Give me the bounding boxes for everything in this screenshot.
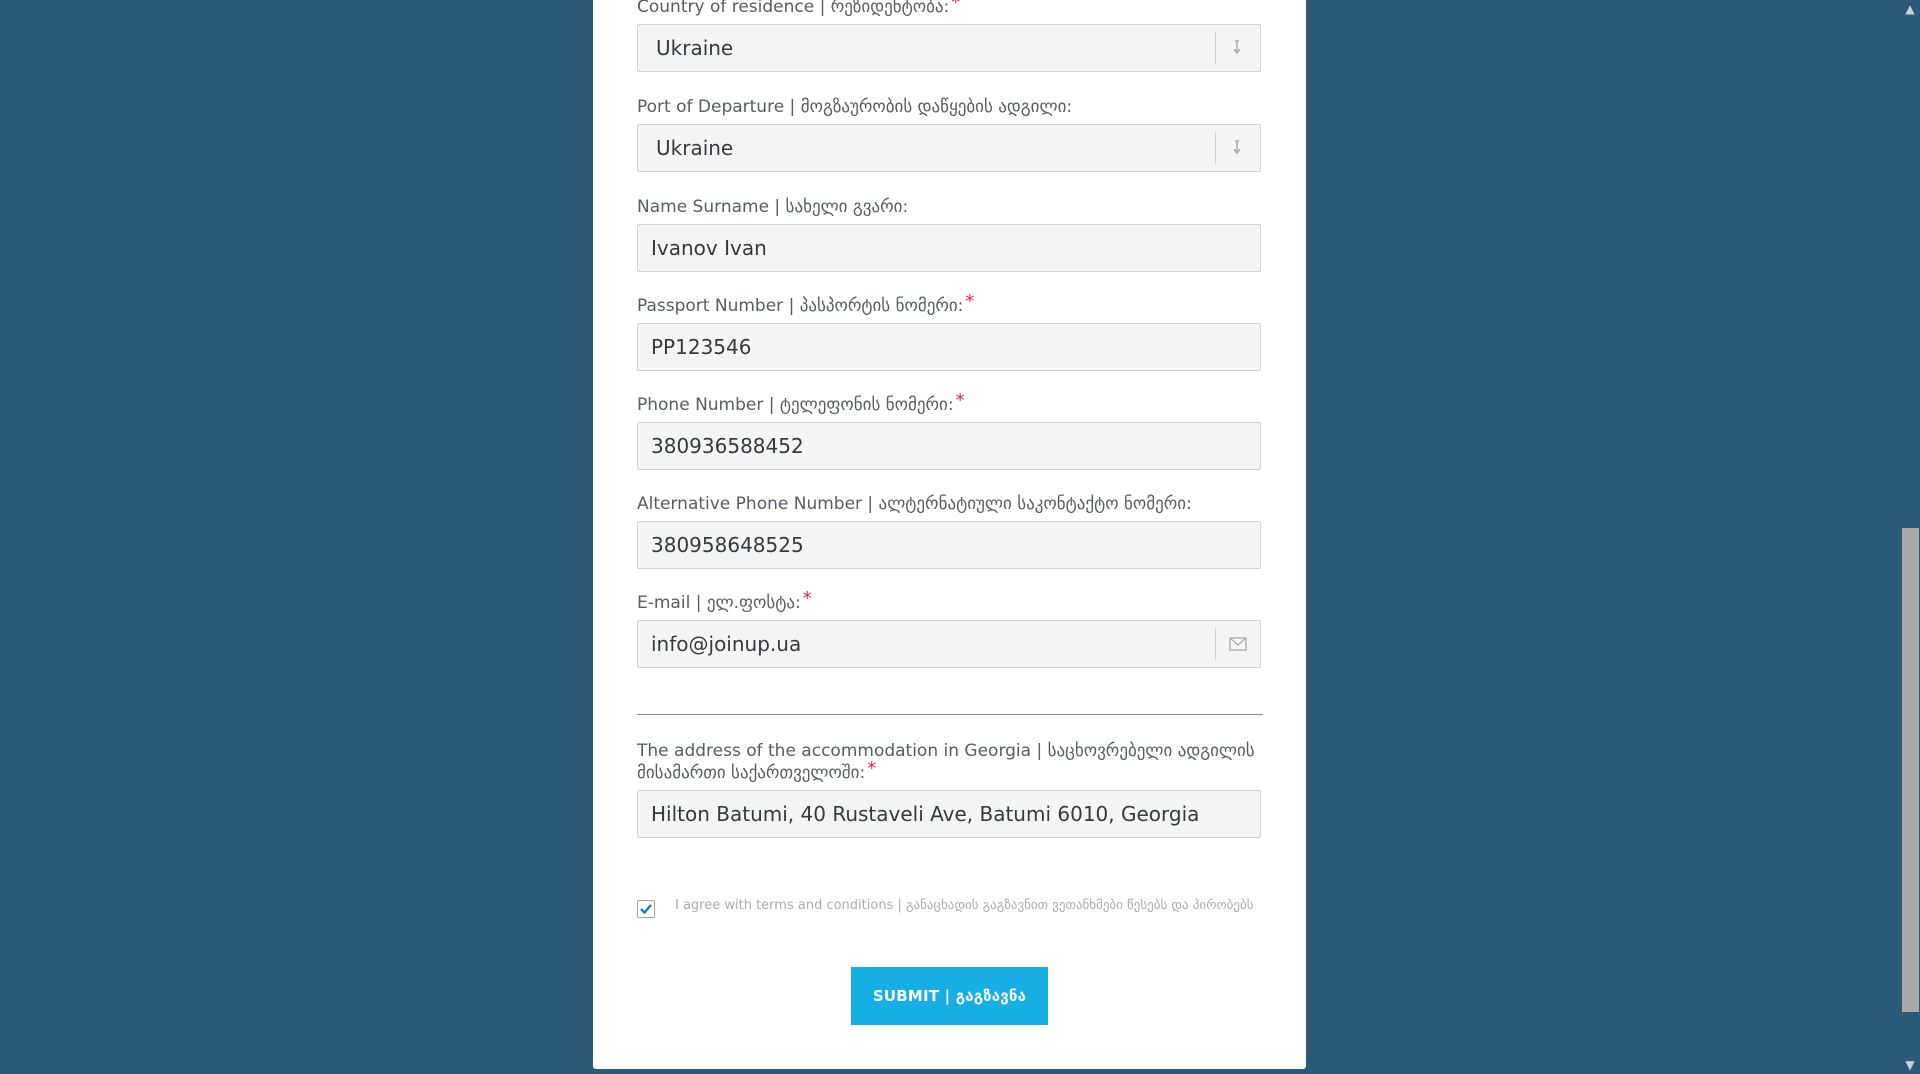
scroll-down-arrow-icon[interactable]: ▼ bbox=[1900, 1056, 1920, 1074]
passport-input[interactable]: PP123546 bbox=[637, 323, 1261, 371]
required-mark: * bbox=[951, 0, 961, 13]
country-label-text: Country of residence | რეზიდენტობა: bbox=[637, 0, 950, 17]
required-mark: * bbox=[965, 291, 975, 312]
phone-field: Phone Number | ტელეფონის ნომერი: * 380936… bbox=[637, 390, 1261, 470]
email-input[interactable]: info@joinup.ua bbox=[637, 620, 1261, 668]
address-label: The address of the accommodation in Geor… bbox=[637, 740, 1261, 784]
name-input[interactable]: Ivanov Ivan bbox=[637, 224, 1261, 272]
passport-field: Passport Number | პასპორტის ნომერი: * PP1… bbox=[637, 291, 1261, 371]
alt-phone-input-value: 380958648525 bbox=[651, 533, 804, 557]
port-select-value: Ukraine bbox=[656, 136, 734, 160]
email-label-text: E-mail | ელ.ფოსტა: bbox=[637, 593, 801, 613]
alt-phone-field: Alternative Phone Number | ალტერნატიული … bbox=[637, 493, 1261, 569]
address-input-value: Hilton Batumi, 40 Rustaveli Ave, Batumi … bbox=[651, 802, 1200, 826]
email-input-value: info@joinup.ua bbox=[651, 632, 802, 656]
email-field: E-mail | ელ.ფოსტა: * info@joinup.ua bbox=[637, 588, 1261, 668]
section-divider bbox=[637, 714, 1263, 715]
port-label: Port of Departure | მოგზაურობის დაწყების… bbox=[637, 97, 1073, 117]
address-label-text: The address of the accommodation in Geor… bbox=[637, 741, 1255, 783]
sort-arrow-icon[interactable] bbox=[1215, 32, 1260, 64]
passport-input-value: PP123546 bbox=[651, 335, 752, 359]
name-input-value: Ivanov Ivan bbox=[651, 236, 767, 260]
page: Country of residence | რეზიდენტობა: * Ukr… bbox=[0, 0, 1920, 1074]
phone-label-text: Phone Number | ტელეფონის ნომერი: bbox=[637, 395, 954, 415]
submit-button[interactable]: SUBMIT | გაგზავნა bbox=[851, 967, 1048, 1025]
phone-input[interactable]: 380936588452 bbox=[637, 422, 1261, 470]
envelope-icon bbox=[1215, 628, 1260, 660]
address-input[interactable]: Hilton Batumi, 40 Rustaveli Ave, Batumi … bbox=[637, 790, 1261, 838]
phone-label: Phone Number | ტელეფონის ნომერი: * bbox=[637, 390, 1261, 416]
scrollbar-thumb[interactable] bbox=[1902, 528, 1919, 1012]
country-label: Country of residence | რეზიდენტობა: * bbox=[637, 0, 1261, 18]
scrollbar[interactable]: ▲ ▼ bbox=[1900, 0, 1920, 1074]
scroll-up-arrow-icon[interactable]: ▲ bbox=[1900, 0, 1920, 18]
required-mark: * bbox=[867, 758, 877, 779]
phone-input-value: 380936588452 bbox=[651, 434, 804, 458]
required-mark: * bbox=[802, 588, 812, 609]
agree-checkbox[interactable] bbox=[637, 900, 655, 918]
alt-phone-input[interactable]: 380958648525 bbox=[637, 521, 1261, 569]
form-card: Country of residence | რეზიდენტობა: * Ukr… bbox=[593, 0, 1306, 1069]
country-select[interactable]: Ukraine bbox=[637, 24, 1261, 72]
checkmark-icon bbox=[640, 904, 652, 915]
country-select-value: Ukraine bbox=[656, 36, 734, 60]
country-field: Country of residence | რეზიდენტობა: * Ukr… bbox=[637, 0, 1261, 72]
address-field: The address of the accommodation in Geor… bbox=[637, 740, 1261, 838]
email-label: E-mail | ელ.ფოსტა: * bbox=[637, 588, 1261, 614]
name-label: Name Surname | სახელი გვარი: bbox=[637, 197, 909, 217]
port-select[interactable]: Ukraine bbox=[637, 124, 1261, 172]
port-field: Port of Departure | მოგზაურობის დაწყების… bbox=[637, 96, 1261, 172]
agree-label: I agree with terms and conditions | განა… bbox=[675, 898, 1254, 913]
passport-label: Passport Number | პასპორტის ნომერი: * bbox=[637, 291, 1261, 317]
alt-phone-label: Alternative Phone Number | ალტერნატიული … bbox=[637, 494, 1192, 514]
passport-label-text: Passport Number | პასპორტის ნომერი: bbox=[637, 296, 964, 316]
sort-arrow-icon[interactable] bbox=[1215, 132, 1260, 164]
name-field: Name Surname | სახელი გვარი: Ivanov Ivan bbox=[637, 196, 1261, 272]
required-mark: * bbox=[955, 390, 965, 411]
